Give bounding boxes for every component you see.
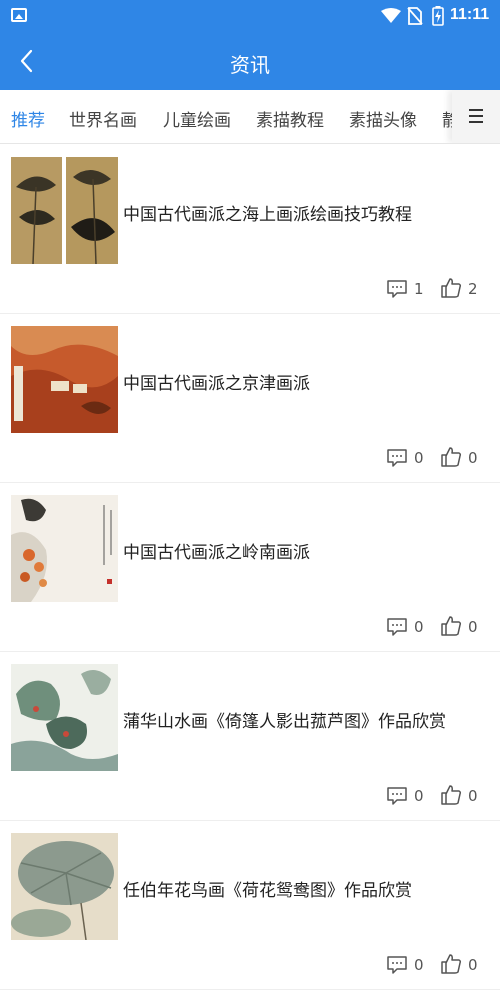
page-title: 资讯 [230, 53, 270, 77]
thumbs-up-icon[interactable] [440, 277, 462, 299]
article-thumbnail [11, 157, 118, 264]
battery-charging-icon [432, 6, 444, 26]
menu-icon[interactable] [452, 90, 500, 143]
no-sim-icon [407, 7, 423, 25]
comment-icon[interactable] [386, 786, 408, 806]
article-thumbnail [11, 326, 118, 433]
comment-count: 0 [414, 449, 424, 467]
comment-count: 0 [414, 787, 424, 805]
comment-icon[interactable] [386, 448, 408, 468]
like-count: 0 [468, 956, 478, 974]
article-thumbnail [11, 833, 118, 940]
comment-icon[interactable] [386, 279, 408, 299]
image-icon [11, 8, 27, 22]
comment-icon[interactable] [386, 617, 408, 637]
list-item[interactable]: 中国古代画派之海上画派绘画技巧教程 1 2 [0, 145, 500, 314]
list-item[interactable]: 蒲华山水画《倚篷人影出菰芦图》作品欣赏 0 0 [0, 652, 500, 821]
thumbs-up-icon[interactable] [440, 446, 462, 468]
article-list: 中国古代画派之海上画派绘画技巧教程 1 2 中国古代画派之京津画派 0 0 中国… [0, 145, 500, 990]
tab-children-painting[interactable]: 儿童绘画 [163, 106, 231, 131]
like-count: 2 [468, 280, 478, 298]
tab-sketch-tutorial[interactable]: 素描教程 [256, 106, 324, 131]
article-stats: 1 2 [386, 278, 490, 300]
tab-recommend[interactable]: 推荐 [11, 106, 45, 131]
comment-count: 0 [414, 618, 424, 636]
comment-icon[interactable] [386, 955, 408, 975]
tab-sketch-portrait[interactable]: 素描头像 [349, 106, 417, 131]
thumbs-up-icon[interactable] [440, 784, 462, 806]
article-title: 中国古代画派之京津画派 [123, 374, 310, 394]
article-thumbnail [11, 495, 118, 602]
article-stats: 0 0 [386, 785, 490, 807]
article-stats: 0 0 [386, 954, 490, 976]
comment-count: 0 [414, 956, 424, 974]
list-item[interactable]: 中国古代画派之京津画派 0 0 [0, 314, 500, 483]
like-count: 0 [468, 787, 478, 805]
app-bar: 资讯 [0, 32, 500, 90]
article-thumbnail [11, 664, 118, 771]
article-title: 中国古代画派之海上画派绘画技巧教程 [123, 205, 412, 225]
list-item[interactable]: 中国古代画派之岭南画派 0 0 [0, 483, 500, 652]
wifi-icon [381, 8, 401, 23]
status-bar: 11:11 [0, 0, 500, 32]
like-count: 0 [468, 618, 478, 636]
list-item[interactable]: 任伯年花鸟画《荷花鸳鸯图》作品欣赏 0 0 [0, 821, 500, 990]
category-tabs: 推荐 世界名画 儿童绘画 素描教程 素描头像 静 [0, 90, 500, 144]
tab-world-paintings[interactable]: 世界名画 [69, 106, 137, 131]
article-title: 中国古代画派之岭南画派 [123, 543, 310, 563]
status-time: 11:11 [450, 6, 490, 23]
article-title: 任伯年花鸟画《荷花鸳鸯图》作品欣赏 [123, 881, 412, 901]
thumbs-up-icon[interactable] [440, 615, 462, 637]
like-count: 0 [468, 449, 478, 467]
comment-count: 1 [414, 280, 424, 298]
article-stats: 0 0 [386, 616, 490, 638]
article-title: 蒲华山水画《倚篷人影出菰芦图》作品欣赏 [123, 712, 446, 732]
article-stats: 0 0 [386, 447, 490, 469]
thumbs-up-icon[interactable] [440, 953, 462, 975]
